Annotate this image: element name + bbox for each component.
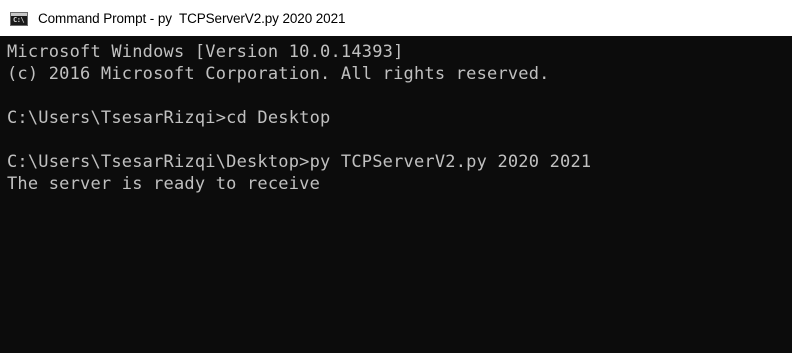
console-line: The server is ready to receive	[7, 174, 321, 194]
console-line: C:\Users\TsesarRizqi\Desktop>py TCPServe…	[7, 152, 592, 172]
console-output[interactable]: Microsoft Windows [Version 10.0.14393] (…	[0, 36, 792, 353]
cmd-icon[interactable]: C:\	[10, 11, 28, 26]
console-line: Microsoft Windows [Version 10.0.14393]	[7, 42, 404, 62]
console-line: C:\Users\TsesarRizqi>cd Desktop	[7, 108, 331, 128]
cmd-icon-glyph: C:\	[13, 15, 25, 24]
console-line: (c) 2016 Microsoft Corporation. All righ…	[7, 64, 550, 84]
title-bar[interactable]: C:\ Command Prompt - py TCPServerV2.py 2…	[0, 0, 792, 36]
window-title: Command Prompt - py TCPServerV2.py 2020 …	[38, 10, 346, 26]
command-prompt-window: C:\ Command Prompt - py TCPServerV2.py 2…	[0, 0, 792, 353]
